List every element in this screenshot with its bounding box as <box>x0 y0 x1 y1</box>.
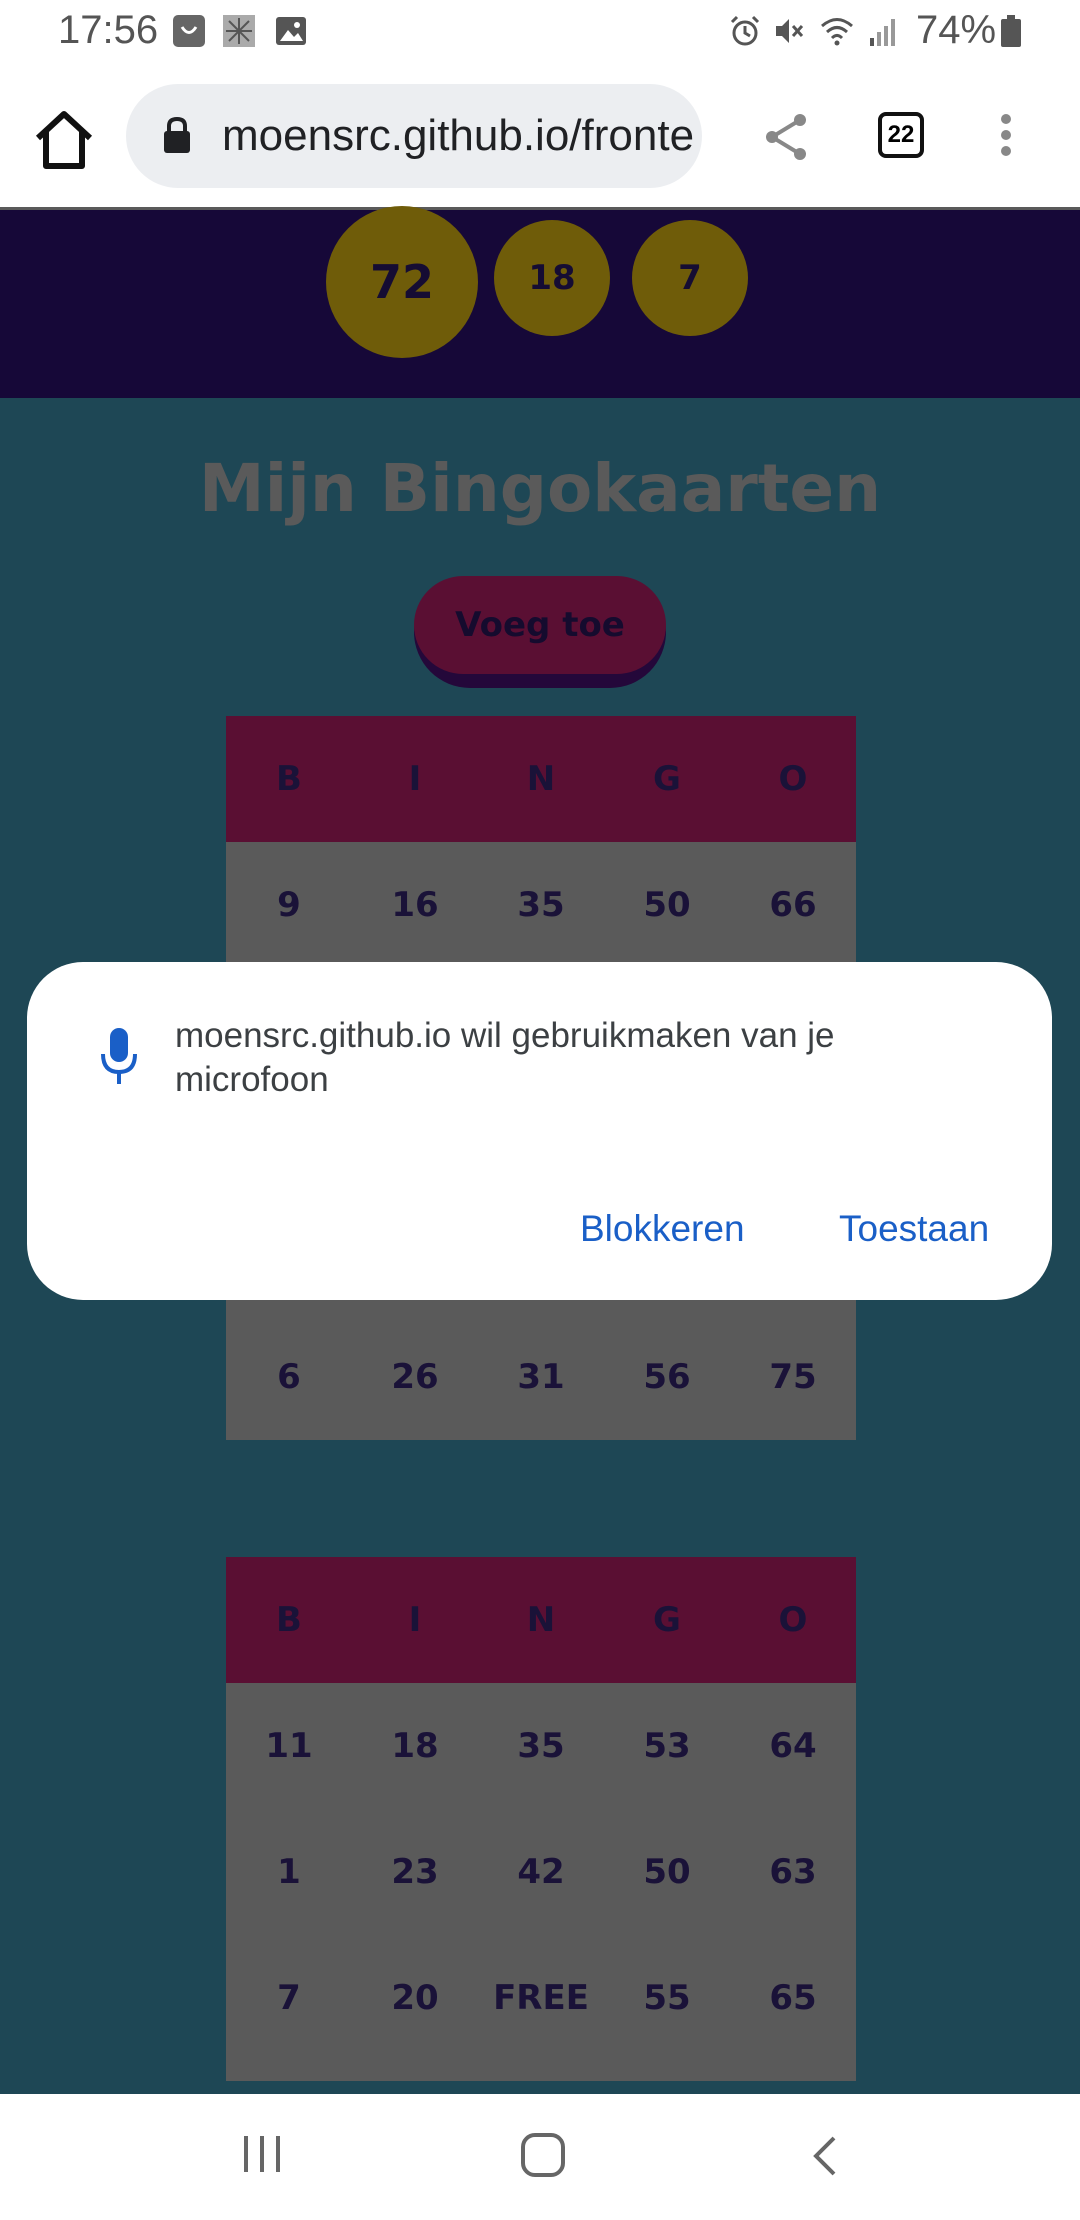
card-cell[interactable]: 63 <box>730 1809 856 1935</box>
card-cell[interactable]: 9 <box>226 842 352 968</box>
called-ball: 7 <box>632 220 748 336</box>
column-header: G <box>653 759 681 799</box>
status-time: 17:56 <box>58 8 159 52</box>
bingo-card: B I N G O 11 18 35 53 64 1 23 42 50 63 7… <box>226 1557 856 2081</box>
lock-icon <box>164 116 190 153</box>
gallery-notification-icon <box>276 17 306 45</box>
browser-toolbar: moensrc.github.io/fronte 22 <box>0 66 1080 210</box>
card-cell[interactable]: 66 <box>730 842 856 968</box>
card-cell[interactable]: 18 <box>352 1683 478 1809</box>
card-cell[interactable]: 55 <box>604 1935 730 2061</box>
card-cell[interactable]: 7 <box>226 1935 352 2061</box>
card-cell[interactable]: 75 <box>730 1314 856 1440</box>
called-ball: 72 <box>326 206 478 358</box>
home-nav-icon[interactable] <box>520 2132 566 2178</box>
url-field[interactable]: moensrc.github.io/fronte <box>126 84 702 188</box>
battery-percent: 74% <box>916 8 997 52</box>
card-cell[interactable]: 35 <box>478 1683 604 1809</box>
microphone-icon <box>101 1028 137 1084</box>
card-header-row: B I N G O <box>226 1557 856 1683</box>
status-bar: 17:56 74% <box>0 0 1080 66</box>
card-cell[interactable]: 50 <box>604 1809 730 1935</box>
column-header: N <box>526 1600 556 1640</box>
column-header: O <box>778 759 808 799</box>
card-row: 7 20 FREE 55 65 <box>226 1935 856 2061</box>
card-cell[interactable]: 65 <box>730 1935 856 2061</box>
card-cell[interactable]: 64 <box>730 1683 856 1809</box>
signal-icon <box>870 19 895 46</box>
alarm-icon <box>730 15 760 46</box>
system-nav-bar <box>0 2094 1080 2220</box>
card-row: 1 23 42 50 63 <box>226 1809 856 1935</box>
photo-notification-icon <box>223 15 255 47</box>
card-row: 6 26 31 56 75 <box>226 1314 856 1440</box>
card-cell[interactable]: 11 <box>226 1683 352 1809</box>
card-header-row: B I N G O <box>226 716 856 842</box>
column-header: B <box>276 759 302 799</box>
card-cell[interactable]: 35 <box>478 842 604 968</box>
card-cell[interactable]: 42 <box>478 1809 604 1935</box>
called-balls-bar: 72 18 7 <box>0 206 1080 398</box>
card-cell[interactable]: 26 <box>352 1314 478 1440</box>
card-cell[interactable]: 20 <box>352 1935 478 2061</box>
column-header: B <box>276 1600 302 1640</box>
card-cell[interactable]: 56 <box>604 1314 730 1440</box>
bag-notification-icon <box>173 15 205 47</box>
column-header: I <box>408 759 422 799</box>
wifi-icon <box>821 18 853 46</box>
tab-switcher-button[interactable]: 22 <box>878 112 924 158</box>
column-header: N <box>526 759 556 799</box>
block-button[interactable]: Blokkeren <box>580 1208 745 1250</box>
allow-button[interactable]: Toestaan <box>839 1208 989 1250</box>
column-header: G <box>653 1600 681 1640</box>
share-icon[interactable] <box>760 110 814 164</box>
card-cell[interactable]: 16 <box>352 842 478 968</box>
more-menu-icon[interactable] <box>996 110 1016 166</box>
card-cell[interactable]: 1 <box>226 1809 352 1935</box>
microphone-permission-dialog: moensrc.github.io wil gebruikmaken van j… <box>27 962 1052 1300</box>
card-cell[interactable]: 23 <box>352 1809 478 1935</box>
back-icon[interactable] <box>808 2134 840 2178</box>
add-card-label: Voeg toe <box>414 576 666 674</box>
card-cell[interactable]: FREE <box>478 1935 604 2061</box>
called-ball: 18 <box>494 220 610 336</box>
column-header: O <box>778 1600 808 1640</box>
card-row: 9 16 35 50 66 <box>226 842 856 968</box>
url-text: moensrc.github.io/fronte <box>222 111 695 160</box>
add-card-button[interactable]: Voeg toe <box>414 576 666 688</box>
dialog-message: moensrc.github.io wil gebruikmaken van j… <box>175 1016 835 1099</box>
battery-icon <box>1001 15 1021 47</box>
card-cell[interactable]: 31 <box>478 1314 604 1440</box>
card-row-cutoff <box>226 2061 856 2081</box>
card-row: 11 18 35 53 64 <box>226 1683 856 1809</box>
mute-icon <box>776 19 804 43</box>
recent-apps-icon[interactable] <box>240 2134 284 2174</box>
card-cell[interactable]: 6 <box>226 1314 352 1440</box>
card-cell[interactable]: 53 <box>604 1683 730 1809</box>
card-cell[interactable]: 50 <box>604 842 730 968</box>
home-icon[interactable] <box>30 106 98 174</box>
column-header: I <box>408 1600 422 1640</box>
page-title: Mijn Bingokaarten <box>198 450 882 527</box>
